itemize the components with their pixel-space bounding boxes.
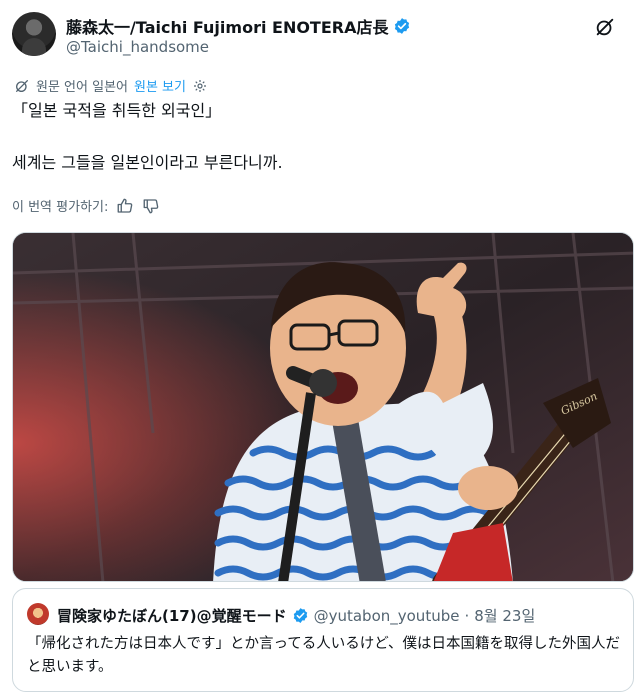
tweet-text-line: 세계는 그들을 일본인이라고 부른다니까. <box>12 153 283 172</box>
quoted-tweet-date[interactable]: 8월 23일 <box>474 605 535 626</box>
grok-icon[interactable] <box>594 16 616 38</box>
settings-icon[interactable] <box>192 78 208 94</box>
author-avatar[interactable] <box>12 12 56 56</box>
show-original-link[interactable]: 원본 보기 <box>134 76 186 95</box>
translate-icon <box>16 79 28 92</box>
verified-badge-icon <box>395 18 410 34</box>
tweet-header: 藤森太一/Taichi Fujimori ENOTERA店長 @Taichi_h… <box>12 10 630 62</box>
quoted-author-row: 冒険家ゆたぼん(17)@覚醒モード @yutabon_youtube · 8월 … <box>57 605 535 626</box>
verified-badge-icon <box>293 608 307 623</box>
quoted-author-avatar[interactable] <box>27 603 49 625</box>
tweet-text-line: 「일본 국적을 취득한 외국인」 <box>12 101 222 120</box>
author-handle[interactable]: @Taichi_handsome <box>66 38 209 56</box>
rate-translation-row: 이 번역 평가하기: <box>12 196 160 215</box>
translation-row: 원문 언어 일본어 원본 보기 <box>14 76 208 95</box>
concert-photo-illustration: Gibson <box>13 233 633 581</box>
quoted-tweet[interactable]: 冒険家ゆたぼん(17)@覚醒モード @yutabon_youtube · 8월 … <box>12 588 634 692</box>
quoted-tweet-text: 「帰化された方は日本人です」とか言ってる人いるけど、僕は日本国籍を取得した外国人… <box>27 636 621 675</box>
tweet-text: 「일본 국적을 취득한 외국인」 세계는 그들을 일본인이라고 부른다니까. <box>12 98 622 176</box>
author-name-row: 藤森太一/Taichi Fujimori ENOTERA店長 <box>66 14 411 38</box>
translation-source-label: 원문 언어 일본어 <box>36 80 128 95</box>
tweet-photo[interactable]: Gibson <box>12 232 634 582</box>
separator-dot: · <box>464 606 470 625</box>
quoted-author-handle[interactable]: @yutabon_youtube <box>314 607 460 625</box>
author-display-name[interactable]: 藤森太一/Taichi Fujimori ENOTERA店長 <box>66 14 388 38</box>
rate-translation-label: 이 번역 평가하기: <box>12 200 109 215</box>
thumbs-down-icon[interactable] <box>142 197 160 215</box>
quoted-author-display-name[interactable]: 冒険家ゆたぼん(17)@覚醒モード <box>57 605 287 626</box>
thumbs-up-icon[interactable] <box>116 197 134 215</box>
